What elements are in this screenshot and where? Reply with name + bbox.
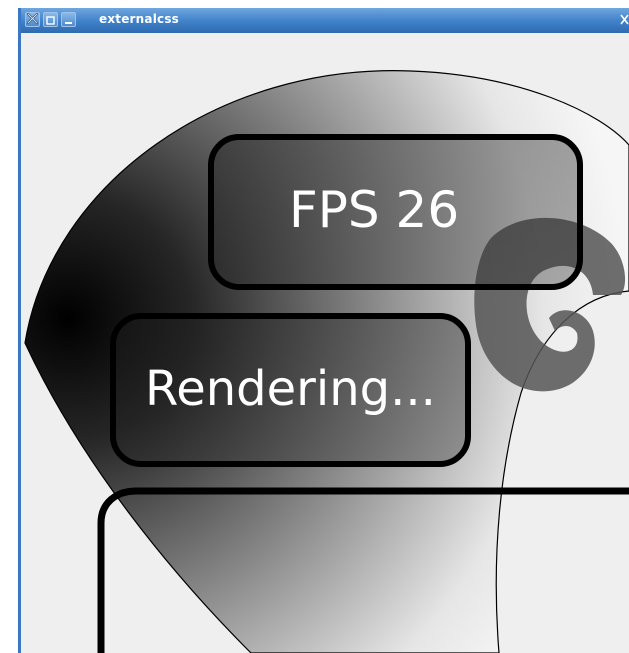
rendering-status-label: Rendering... <box>145 361 436 417</box>
window-title: externalcss <box>99 12 180 26</box>
maximize-window-button[interactable] <box>43 12 58 27</box>
fps-label: FPS 26 <box>289 181 460 239</box>
titlebar[interactable]: externalcss <box>21 8 629 33</box>
minimize-window-button[interactable] <box>61 12 76 27</box>
canvas-area[interactable]: FPS 26 Rendering... <box>21 33 629 653</box>
close-right-icon[interactable] <box>619 12 629 28</box>
app-window: externalcss FPS 26 Rendering... <box>18 8 629 653</box>
scene-canvas <box>24 70 629 653</box>
close-x-icon <box>26 10 39 29</box>
close-window-button[interactable] <box>25 12 40 27</box>
maximize-icon <box>46 10 55 29</box>
minimize-icon <box>64 10 73 29</box>
